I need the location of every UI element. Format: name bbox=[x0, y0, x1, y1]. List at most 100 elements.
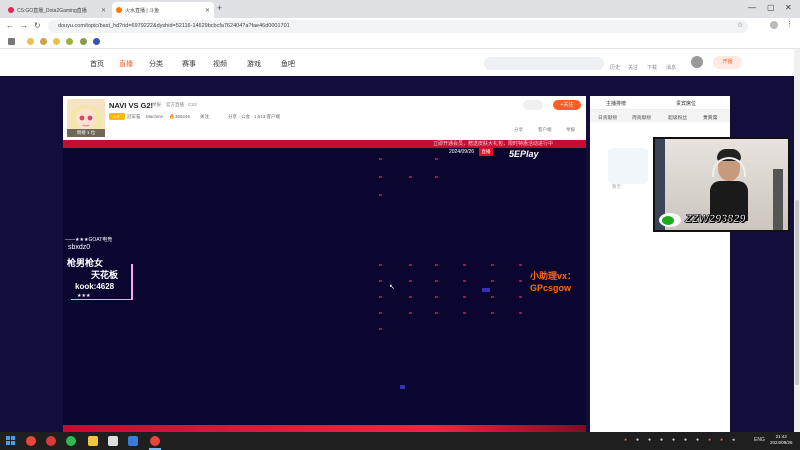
mic-icon[interactable]: ● bbox=[624, 437, 627, 443]
overlay-wechat: sbxdz0 bbox=[68, 244, 91, 251]
fire-icon: 🔥 bbox=[169, 114, 175, 119]
heat-count: 359246 bbox=[175, 114, 191, 119]
tray-icon[interactable]: ● bbox=[684, 437, 687, 443]
system-clock[interactable]: 21:42 2024/09/26 bbox=[770, 434, 793, 446]
video-player[interactable]: 立即开通会员，赠送皮肤大礼包，限时特惠活动进行中 2024/09/26 直播 5… bbox=[63, 140, 586, 432]
chrome-icon[interactable] bbox=[26, 436, 36, 446]
app-icon[interactable] bbox=[46, 436, 56, 446]
tray-icon[interactable]: ● bbox=[672, 437, 675, 443]
bookmark-icon[interactable] bbox=[27, 38, 34, 45]
tab-weekly-contribution[interactable]: 周贡献榜 bbox=[632, 114, 651, 121]
broadcast-date: 2024/09/26 bbox=[449, 149, 475, 155]
5eplay-logo: 5EPlay bbox=[509, 149, 539, 159]
tray-icon[interactable]: ● bbox=[696, 437, 699, 443]
wechat-id: ZZW293829 bbox=[685, 213, 746, 226]
nav-events[interactable]: 赛事 bbox=[182, 59, 196, 69]
overlay-slogan2: 天花板 bbox=[91, 270, 119, 280]
profile-icon[interactable] bbox=[770, 21, 778, 29]
url-field[interactable]: douyu.com/topic/bast_hd?rid=6979222&dysh… bbox=[48, 20, 748, 33]
wechat-taskbar-icon[interactable] bbox=[66, 436, 76, 446]
close-window-button[interactable]: ✕ bbox=[785, 3, 792, 12]
level-badge: LV bbox=[109, 113, 125, 120]
nav-fishbar[interactable]: 鱼吧 bbox=[281, 59, 295, 69]
message-link[interactable]: 消息 bbox=[664, 64, 678, 71]
anchor-tag: Machine bbox=[146, 114, 164, 119]
tray-icon[interactable]: ● bbox=[708, 437, 711, 443]
overlay-stars: ★★★ bbox=[77, 293, 91, 299]
file-explorer-icon[interactable] bbox=[88, 436, 98, 446]
client-action[interactable]: 客户端 bbox=[538, 127, 552, 133]
fans-label: 关注 bbox=[200, 114, 209, 119]
forward-icon[interactable]: → bbox=[20, 21, 28, 30]
search-input[interactable] bbox=[484, 57, 604, 70]
tray-icon[interactable]: ● bbox=[636, 437, 639, 443]
input-language[interactable]: ENG bbox=[754, 437, 765, 443]
download-link[interactable]: 下载 bbox=[645, 64, 659, 71]
share-action[interactable]: 分享 bbox=[514, 127, 523, 133]
bookmark-icon[interactable] bbox=[40, 38, 47, 45]
tab-vip-seats[interactable]: 贵宾席位 bbox=[676, 100, 696, 107]
close-tab-icon[interactable]: ✕ bbox=[205, 7, 210, 14]
history-link[interactable]: 历史 bbox=[608, 64, 622, 71]
clock-date: 2024/09/26 bbox=[770, 440, 793, 445]
bookmark-icon[interactable] bbox=[53, 38, 60, 45]
browser-tab-2[interactable]: 火水直播 | 斗鱼 ✕ bbox=[112, 2, 214, 18]
map-marker bbox=[400, 385, 405, 389]
empty-hint: 暂无 bbox=[612, 184, 621, 189]
bookmarks-bar bbox=[0, 35, 800, 49]
maximize-button[interactable]: ▢ bbox=[767, 3, 775, 12]
volume-icon[interactable]: ◂ bbox=[732, 437, 735, 443]
rank-badge[interactable]: 周榜 1 位 bbox=[67, 129, 105, 137]
report-action[interactable]: 举报 bbox=[566, 127, 575, 133]
new-tab-button[interactable]: + bbox=[217, 3, 222, 13]
tab-anchor-rank[interactable]: 主播排榜 bbox=[606, 100, 626, 107]
follow-button[interactable]: +关注 bbox=[553, 100, 581, 110]
app-icon[interactable] bbox=[108, 436, 118, 446]
overlay-team: ——★★★GOAT电竞 bbox=[65, 237, 113, 243]
nav-games[interactable]: 游戏 bbox=[247, 59, 261, 69]
bookmark-icon[interactable] bbox=[80, 38, 87, 45]
room-category[interactable]: 官方直播 · CS2 bbox=[166, 102, 197, 108]
nav-home[interactable]: 首页 bbox=[90, 59, 104, 69]
tab-label: 火水直播 | 斗鱼 bbox=[125, 7, 160, 14]
user-avatar[interactable] bbox=[691, 56, 703, 68]
nav-video[interactable]: 视频 bbox=[213, 59, 227, 69]
tab-label: CS:GO直播_Dota2Gaming直播 bbox=[17, 7, 87, 14]
map-marker bbox=[482, 288, 490, 292]
tab-vip[interactable]: 贵宾席 bbox=[703, 114, 717, 121]
windows-start-icon[interactable] bbox=[6, 436, 15, 445]
minimize-button[interactable]: — bbox=[748, 3, 756, 12]
tray-icon[interactable]: ● bbox=[660, 437, 663, 443]
empty-illustration bbox=[608, 148, 648, 184]
bookmark-icon[interactable] bbox=[66, 38, 73, 45]
share-button[interactable] bbox=[523, 100, 543, 110]
go-live-button[interactable]: 开播 bbox=[713, 56, 742, 69]
follow-link[interactable]: 关注 bbox=[626, 64, 640, 71]
close-tab-icon[interactable]: ✕ bbox=[101, 7, 106, 14]
nav-category[interactable]: 分类 bbox=[149, 59, 163, 69]
tab-daily-contribution[interactable]: 日贡献榜 bbox=[598, 114, 617, 121]
reload-icon[interactable]: ↻ bbox=[34, 21, 41, 30]
app-icon[interactable] bbox=[128, 436, 138, 446]
menu-icon[interactable]: ⋮ bbox=[786, 20, 793, 28]
back-icon[interactable]: ← bbox=[6, 21, 14, 30]
scrollbar-thumb[interactable] bbox=[795, 200, 799, 385]
tray-icon[interactable]: ● bbox=[720, 437, 723, 443]
bookmark-icon[interactable] bbox=[93, 38, 100, 45]
nav-live[interactable]: 直播 bbox=[119, 59, 133, 69]
site-favicon-icon bbox=[116, 7, 122, 13]
video-bottom-band bbox=[63, 425, 586, 432]
bookmark-star-icon[interactable]: ☆ bbox=[737, 21, 743, 29]
room-title: NAVI VS G2! bbox=[109, 101, 154, 110]
taskbar bbox=[0, 432, 800, 450]
overlay-kook: kook:4628 bbox=[75, 282, 115, 291]
streamer-video bbox=[710, 149, 748, 221]
tab-super-fans[interactable]: 超级粉丝 bbox=[668, 114, 687, 121]
assistant-label: 小助理vx： bbox=[530, 271, 577, 281]
anchor-name[interactable]: 冠军猫 bbox=[127, 114, 141, 120]
report-link[interactable]: 举报 bbox=[152, 102, 161, 108]
browser-tab-1[interactable]: CS:GO直播_Dota2Gaming直播 ✕ bbox=[4, 2, 110, 18]
apps-grid-icon[interactable] bbox=[8, 38, 15, 45]
tray-icon[interactable]: ● bbox=[648, 437, 651, 443]
chrome-active-icon[interactable] bbox=[150, 436, 160, 446]
